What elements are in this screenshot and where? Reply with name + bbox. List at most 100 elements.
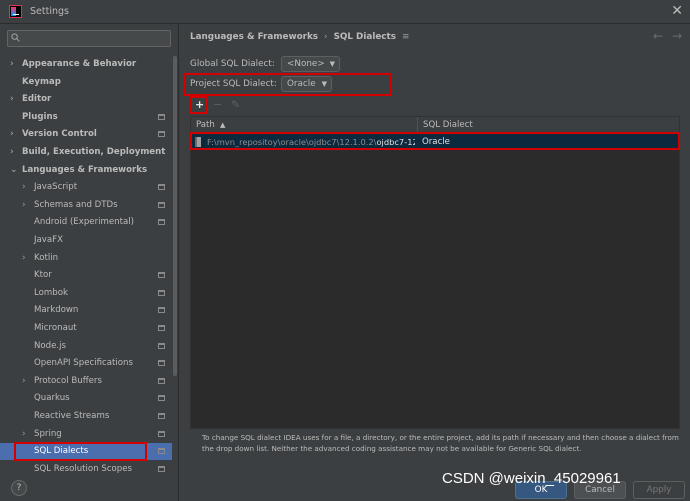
sidebar-item-label: Editor <box>22 94 52 105</box>
edit-path-button[interactable]: ✎ <box>231 99 240 111</box>
chevron-right-icon[interactable]: › <box>22 197 26 214</box>
sidebar-item-label: Lombok <box>34 287 68 298</box>
sidebar-item-nodejs[interactable]: Node.js <box>0 338 172 355</box>
chevron-right-icon[interactable]: › <box>10 91 14 108</box>
sql-dialects-table[interactable]: Path ▲ SQL Dialect F:\mvn_repositoy\orac… <box>190 116 680 429</box>
sidebar-item-label: Kotlin <box>34 252 59 263</box>
breadcrumb-parent[interactable]: Languages & Frameworks <box>190 32 318 42</box>
chevron-down-icon[interactable]: ⌄ <box>10 162 18 179</box>
sidebar-item-kotlin[interactable]: › Kotlin <box>0 250 172 267</box>
chevron-right-icon[interactable]: › <box>22 373 26 390</box>
window-title: Settings <box>30 6 69 17</box>
search-icon <box>11 33 20 42</box>
breadcrumb-current: SQL Dialects <box>333 32 396 42</box>
sidebar-item-quarkus[interactable]: Quarkus <box>0 390 172 407</box>
sidebar-item-openapi[interactable]: OpenAPI Specifications <box>0 355 172 372</box>
highlight-box-project-dialect <box>184 73 392 96</box>
sidebar-item-build-execution-deployment[interactable]: › Build, Execution, Deployment <box>0 144 172 161</box>
chevron-right-icon[interactable]: › <box>22 250 26 267</box>
sidebar-item-label: Build, Execution, Deployment <box>22 147 166 157</box>
project-settings-icon <box>158 131 165 138</box>
chevron-right-icon[interactable]: › <box>10 126 14 143</box>
global-dialect-select[interactable]: <None> ▼ <box>281 56 340 72</box>
project-settings-icon <box>158 325 165 331</box>
breadcrumb: Languages & Frameworks › SQL Dialects ≡ <box>190 32 409 42</box>
sidebar-item-label: Protocol Buffers <box>34 375 102 386</box>
sidebar-item-markdown[interactable]: Markdown <box>0 302 172 319</box>
sidebar-item-android[interactable]: Android (Experimental) <box>0 214 172 231</box>
sidebar-item-protocol-buffers[interactable]: › Protocol Buffers <box>0 373 172 390</box>
sidebar-item-label: Spring <box>34 428 62 439</box>
sidebar-item-label: Plugins <box>22 111 58 122</box>
sidebar-item-micronaut[interactable]: Micronaut <box>0 320 172 337</box>
sidebar-item-sql-resolution-scopes[interactable]: SQL Resolution Scopes <box>0 461 172 478</box>
project-settings-icon <box>158 395 165 402</box>
sidebar-item-label: JavaFX <box>34 235 63 245</box>
apply-button[interactable]: Apply <box>633 481 685 499</box>
sidebar-item-label: OpenAPI Specifications <box>34 358 133 369</box>
sidebar-item-label: Ktor <box>34 270 52 281</box>
watermark: CSDN @weixin_45029961 <box>442 470 621 487</box>
sidebar-item-languages-frameworks[interactable]: ⌄ Languages & Frameworks <box>0 162 172 179</box>
sidebar-item-label: Version Control <box>22 129 97 140</box>
close-icon[interactable]: ✕ <box>671 3 683 19</box>
sidebar-item-label: Quarkus <box>34 393 70 404</box>
sidebar-item-label: Reactive Streams <box>34 411 110 421</box>
sort-ascending-icon: ▲ <box>220 121 226 129</box>
project-settings-icon <box>158 289 165 296</box>
chevron-right-icon[interactable]: › <box>22 179 26 196</box>
project-settings-icon <box>158 430 165 437</box>
sidebar-item-editor[interactable]: › Editor <box>0 91 172 108</box>
project-settings-icon <box>158 377 165 384</box>
project-settings-icon <box>158 201 165 208</box>
sidebar-item-label: JavaScript <box>34 182 78 193</box>
sidebar-item-javascript[interactable]: › JavaScript <box>0 179 172 196</box>
chevron-right-icon[interactable]: › <box>10 56 14 73</box>
sidebar-item-javafx[interactable]: JavaFX <box>0 232 172 249</box>
remove-path-button[interactable]: − <box>213 99 222 111</box>
project-settings-icon <box>158 465 165 472</box>
back-arrow-icon[interactable]: ← <box>653 29 663 43</box>
highlight-box-sidebar <box>14 442 147 461</box>
breadcrumb-separator: › <box>324 32 328 42</box>
project-settings-icon <box>158 307 165 314</box>
help-button[interactable]: ? <box>11 480 27 496</box>
sidebar-item-label: Node.js <box>34 340 67 351</box>
sidebar-item-version-control[interactable]: › Version Control <box>0 126 172 143</box>
forward-arrow-icon[interactable]: → <box>672 29 682 43</box>
project-settings-icon <box>158 219 165 226</box>
highlight-box-table-row <box>190 132 680 150</box>
project-settings-icon: ≡ <box>401 32 410 42</box>
sidebar-item-label: Android (Experimental) <box>34 217 134 228</box>
highlight-box-add-button <box>190 96 208 114</box>
project-settings-icon <box>158 448 165 455</box>
settings-content: Languages & Frameworks › SQL Dialects ≡ ← →… <box>180 24 690 501</box>
sidebar-item-reactive-streams[interactable]: Reactive Streams <box>0 408 172 425</box>
column-header-path[interactable]: Path <box>196 117 215 133</box>
sidebar-item-lombok[interactable]: Lombok <box>0 285 172 302</box>
sidebar-item-label: SQL Resolution Scopes <box>34 463 133 474</box>
sidebar-item-spring[interactable]: › Spring <box>0 426 172 443</box>
chevron-right-icon[interactable]: › <box>10 144 14 161</box>
sidebar-item-label: Keymap <box>22 76 61 87</box>
sidebar-item-plugins[interactable]: Plugins <box>0 109 172 126</box>
project-settings-icon <box>158 272 165 279</box>
global-dialect-label: Global SQL Dialect: <box>190 59 275 69</box>
project-settings-icon <box>158 113 165 120</box>
sidebar-scrollbar[interactable] <box>173 56 177 376</box>
column-divider[interactable] <box>417 117 418 133</box>
title-bar: Settings ✕ <box>0 0 690 24</box>
column-header-sql-dialect[interactable]: SQL Dialect <box>423 117 473 133</box>
sidebar-item-label: Markdown <box>34 305 79 316</box>
sidebar-item-label: Schemas and DTDs <box>34 199 118 210</box>
sidebar-item-label: Languages & Frameworks <box>22 164 148 175</box>
sidebar-item-schemas-dtds[interactable]: › Schemas and DTDs <box>0 197 172 214</box>
sidebar-item-keymap[interactable]: Keymap <box>0 74 172 91</box>
sidebar-item-ktor[interactable]: Ktor <box>0 267 172 284</box>
sidebar-item-appearance-behavior[interactable]: › Appearance & Behavior <box>0 56 172 73</box>
project-settings-icon <box>158 342 165 349</box>
chevron-right-icon[interactable]: › <box>22 426 26 443</box>
project-settings-icon <box>158 360 165 367</box>
search-input[interactable] <box>7 30 171 47</box>
settings-sidebar: › Appearance & Behavior Keymap › Editor … <box>0 24 179 501</box>
